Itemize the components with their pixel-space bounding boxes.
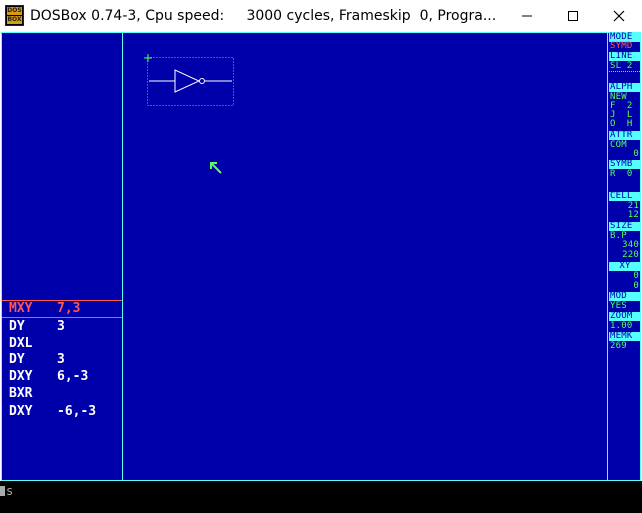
command-name: DXY (9, 404, 33, 419)
minimize-button[interactable] (504, 0, 550, 32)
menu-line-value[interactable]: SL 2 (609, 62, 640, 72)
dos-prompt[interactable]: s (0, 484, 13, 498)
menu-line-label[interactable]: LINE (609, 52, 640, 61)
menu-size-height: 220 (622, 250, 639, 260)
menu-size-label[interactable]: SIZE (609, 222, 640, 231)
maximize-icon (568, 11, 578, 21)
command-row-dxy[interactable]: DXY -6,-3 (9, 403, 96, 420)
command-name: DXL (9, 336, 33, 351)
command-args: 3 (57, 352, 65, 367)
command-args: 3 (57, 319, 65, 334)
menu-mode-value[interactable]: SYMD (609, 42, 640, 51)
menu-size-width: 340 (622, 240, 639, 250)
menu-cell-label[interactable]: CELL (609, 192, 640, 201)
window-title: DOSBox 0.74-3, Cpu speed: 3000 cycles, F… (30, 8, 497, 24)
close-icon (613, 10, 625, 22)
menu-mod-value: YES (610, 301, 627, 311)
origin-marker-icon (144, 54, 152, 62)
screen-right-border (640, 32, 641, 481)
command-name: MXY (9, 301, 33, 316)
dosbox-screen[interactable]: MXY 7,3 DY 3 DXL DY 3 DXY 6,-3 BXR DXY -6,-3 … (1, 32, 641, 481)
drawing-canvas[interactable] (123, 33, 607, 480)
app-icon-text-bottom: BOX (7, 16, 22, 24)
menu-zoom-value: 1.00 (610, 321, 633, 331)
menu-xy-label[interactable]: XY (609, 262, 640, 271)
menu-symb-value: R 0 (610, 169, 633, 179)
command-name: DY (9, 319, 25, 334)
command-args: 6,-3 (57, 369, 89, 384)
command-name: DXY (9, 369, 33, 384)
command-row-dxl[interactable]: DXL (9, 335, 32, 352)
command-row-dy[interactable]: DY 3 (9, 318, 65, 335)
dosbox-app-icon[interactable]: DOS BOX (5, 5, 24, 26)
text-cursor-icon (0, 486, 5, 496)
command-args: 7,3 (57, 301, 81, 316)
menu-xy-x: 0 (633, 271, 639, 281)
menu-panel-divider (607, 32, 608, 481)
command-name: BXR (9, 386, 33, 401)
command-row-dxy[interactable]: DXY 6,-3 (9, 368, 88, 385)
dos-prompt-text: s (6, 484, 14, 498)
screen-left-border (1, 32, 2, 481)
inverter-gate-symbol[interactable] (149, 69, 232, 93)
menu-xy-y: 0 (633, 281, 639, 291)
green-arrow-cursor-icon (210, 162, 222, 174)
command-row-dy[interactable]: DY 3 (9, 351, 65, 368)
title-bar[interactable]: DOS BOX DOSBox 0.74-3, Cpu speed: 3000 c… (0, 0, 642, 32)
menu-alph-label[interactable]: ALPH (609, 83, 640, 92)
menu-zoom-label[interactable]: ZOOM (609, 312, 640, 321)
menu-cell-y: 12 (627, 210, 639, 220)
menu-mod-label[interactable]: MOD (609, 292, 640, 301)
menu-symb-label[interactable]: SYMB (609, 160, 640, 169)
app-icon-text-top: DOS (7, 7, 22, 15)
command-name: DY (9, 352, 25, 367)
minimize-icon (522, 15, 532, 17)
close-button[interactable] (596, 0, 642, 32)
command-args: -6,-3 (57, 404, 97, 419)
menu-attr-label[interactable]: ATTR (609, 131, 640, 140)
command-row-bxr[interactable]: BXR (9, 385, 32, 402)
menu-alph-row: O H (610, 119, 633, 129)
dos-prompt-bar[interactable]: s (0, 481, 642, 513)
maximize-button[interactable] (550, 0, 596, 32)
menu-attr-value: 0 (633, 149, 639, 159)
command-row-mxy[interactable]: MXY 7,3 (9, 300, 80, 317)
menu-memk-label[interactable]: MEMK (609, 332, 640, 341)
menu-memk-value: 269 (610, 341, 627, 351)
